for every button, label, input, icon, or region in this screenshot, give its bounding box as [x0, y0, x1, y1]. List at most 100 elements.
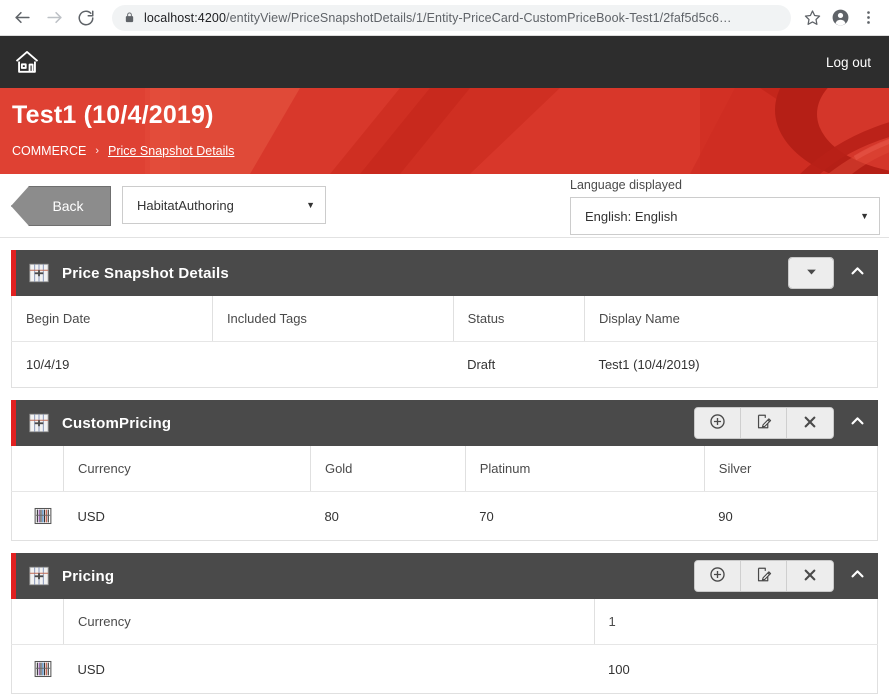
context-select[interactable]: HabitatAuthoring ▼ [122, 186, 326, 224]
three-dot-menu-icon[interactable] [855, 5, 881, 31]
page-title: Test1 (10/4/2019) [12, 101, 214, 129]
breadcrumb: COMMERCE › Price Snapshot Details [12, 144, 889, 158]
address-bar[interactable]: localhost:4200/entityView/PriceSnapshotD… [112, 4, 791, 31]
url-host: localhost:4200 [144, 10, 227, 25]
panel-action-group [694, 407, 834, 439]
barcode-icon [34, 660, 64, 678]
panel-pricing: Pricing Currency 1 USD 100 [11, 553, 878, 694]
language-select-value: English: English [585, 208, 678, 224]
table-cell: 80 [310, 491, 466, 541]
chevron-up-icon [849, 565, 866, 587]
table-cell: Draft [453, 341, 585, 388]
table-cell: 10/4/19 [11, 341, 213, 388]
column-header: Currency [63, 446, 311, 492]
delete-button[interactable] [787, 561, 833, 591]
table-header-icon-spacer [11, 599, 64, 645]
bookmark-star-icon[interactable] [799, 5, 825, 31]
table-grid-icon [28, 565, 50, 587]
panel-price-snapshot-details: Price Snapshot Details Begin Date Included… [11, 250, 878, 388]
account-avatar-icon[interactable] [827, 5, 853, 31]
caret-down-icon [805, 265, 818, 281]
table-cell: 70 [465, 491, 705, 541]
panel-actions [694, 407, 870, 439]
browser-forward-button[interactable] [40, 4, 68, 32]
table-header-row: Currency 1 [11, 599, 878, 645]
close-x-icon [802, 567, 818, 586]
app-top-nav: Log out [0, 36, 889, 88]
panel-table: Currency 1 USD 100 [11, 599, 878, 694]
browser-reload-button[interactable] [72, 4, 100, 32]
panel-action-group [694, 560, 834, 592]
collapse-toggle[interactable] [844, 561, 870, 591]
barcode-icon [34, 507, 64, 525]
collapse-toggle[interactable] [844, 258, 870, 288]
column-header: Status [452, 296, 585, 342]
language-select[interactable]: English: English ▼ [570, 197, 880, 235]
table-row[interactable]: 10/4/19 Draft Test1 (10/4/2019) [11, 341, 878, 388]
column-header: Display Name [583, 296, 878, 342]
panel-action-group [788, 257, 834, 289]
table-cell: USD [63, 491, 311, 541]
address-bar-text: localhost:4200/entityView/PriceSnapshotD… [144, 11, 732, 25]
row-icon-cell [11, 644, 64, 694]
breadcrumb-separator-icon: › [95, 144, 99, 157]
table-header-row: Begin Date Included Tags Status Display Nam… [11, 296, 878, 342]
panel-header: Pricing [11, 553, 878, 599]
chevron-down-icon: ▼ [306, 200, 315, 210]
breadcrumb-current-link[interactable]: Price Snapshot Details [108, 144, 234, 158]
chevron-up-icon [849, 412, 866, 434]
delete-button[interactable] [787, 408, 833, 438]
add-button[interactable] [695, 561, 741, 591]
table-cell: 100 [594, 644, 878, 694]
table-cell [212, 341, 454, 388]
table-row[interactable]: USD 80 70 90 [11, 491, 878, 541]
table-cell: USD [63, 644, 594, 694]
table-cell: Test1 (10/4/2019) [584, 341, 878, 388]
language-display-group: Language displayed English: English ▼ [570, 178, 880, 235]
panel-header: Price Snapshot Details [11, 250, 878, 296]
column-header: Platinum [464, 446, 705, 492]
table-grid-icon [28, 262, 50, 284]
panel-custom-pricing: CustomPricing Currency Gold Platinum Silver U… [11, 400, 878, 541]
collapse-toggle[interactable] [844, 408, 870, 438]
panel-list: Price Snapshot Details Begin Date Included… [0, 238, 889, 694]
chevron-up-icon [849, 262, 866, 284]
page-toolbar: Back HabitatAuthoring ▼ Language display… [0, 174, 889, 238]
panel-title: Price Snapshot Details [62, 264, 229, 282]
panel-header: CustomPricing [11, 400, 878, 446]
logout-link[interactable]: Log out [826, 55, 871, 70]
panel-title: CustomPricing [62, 414, 172, 432]
table-row[interactable]: USD 100 [11, 644, 878, 694]
edit-button[interactable] [741, 408, 787, 438]
browser-back-button[interactable] [8, 4, 36, 32]
language-label: Language displayed [570, 178, 682, 192]
more-actions-button[interactable] [789, 258, 833, 288]
browser-toolbar: localhost:4200/entityView/PriceSnapshotD… [0, 0, 889, 36]
add-button[interactable] [695, 408, 741, 438]
panel-table: Begin Date Included Tags Status Display Nam… [11, 296, 878, 388]
edit-pencil-icon [755, 413, 772, 433]
column-header: 1 [593, 599, 878, 645]
column-header: Currency [63, 599, 594, 645]
home-icon[interactable] [12, 48, 42, 76]
panel-title: Pricing [62, 567, 115, 585]
plus-circle-icon [709, 566, 726, 586]
url-path: /entityView/PriceSnapshotDetails/1/Entit… [226, 10, 732, 25]
edit-button[interactable] [741, 561, 787, 591]
table-header-icon-spacer [11, 446, 64, 492]
row-icon-cell [11, 491, 64, 541]
plus-circle-icon [709, 413, 726, 433]
panel-actions [694, 560, 870, 592]
table-header-row: Currency Gold Platinum Silver [11, 446, 878, 492]
page-hero-banner: Test1 (10/4/2019) COMMERCE › Price Snaps… [0, 88, 889, 174]
lock-icon [124, 11, 135, 24]
table-grid-icon [28, 412, 50, 434]
back-button[interactable]: Back [11, 186, 111, 226]
panel-actions [788, 257, 870, 289]
panel-table: Currency Gold Platinum Silver USD 80 70 90 [11, 446, 878, 541]
column-header: Begin Date [11, 296, 213, 342]
chevron-down-icon: ▼ [860, 211, 869, 221]
column-header: Gold [309, 446, 466, 492]
table-cell: 90 [704, 491, 878, 541]
edit-pencil-icon [755, 566, 772, 586]
